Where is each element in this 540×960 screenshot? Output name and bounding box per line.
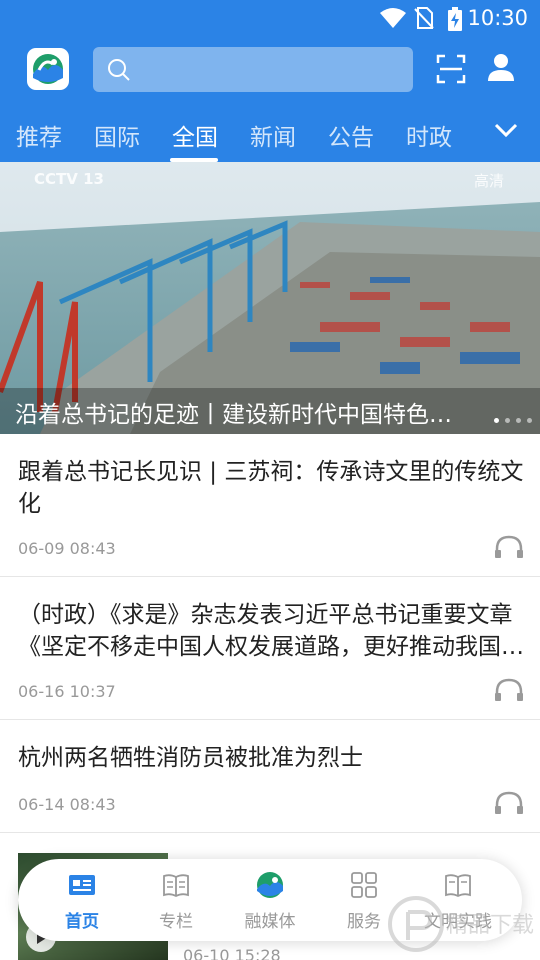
- news-title: 跟着总书记长见识 | 三苏祠：传承诗文里的传统文化: [18, 459, 524, 517]
- news-date: 06-10 15:28: [183, 946, 281, 960]
- news-title: （时政）《求是》杂志发表习近平总书记重要文章《坚定不移走中国人权发展道路，更好推…: [18, 602, 524, 660]
- more-tabs-button[interactable]: [470, 104, 540, 162]
- search-box[interactable]: [93, 47, 413, 92]
- banner-title: 沿着总书记的足迹丨建设新时代中国特色社会主义: [15, 402, 460, 428]
- news-date: 06-14 08:43: [18, 795, 116, 814]
- headphones-icon[interactable]: [494, 791, 524, 815]
- battery-charging-icon: [448, 7, 462, 31]
- news-item[interactable]: （时政）《求是》杂志发表习近平总书记重要文章《坚定不移走中国人权发展道路，更好推…: [0, 577, 540, 720]
- headphones-icon[interactable]: [494, 678, 524, 702]
- scan-icon[interactable]: [436, 54, 466, 84]
- watermark-text: 精品下载: [446, 913, 534, 938]
- app-logo-icon[interactable]: [27, 48, 69, 90]
- news-date: 06-16 10:37: [18, 682, 116, 701]
- news-item[interactable]: 跟着总书记长见识 | 三苏祠：传承诗文里的传统文化 06-09 08:43: [0, 434, 540, 577]
- news-date: 06-09 08:43: [18, 539, 116, 558]
- search-input[interactable]: [139, 55, 399, 84]
- tab-politics[interactable]: 时政: [406, 118, 452, 152]
- quality-badge: 高清: [473, 172, 504, 190]
- user-icon[interactable]: [486, 52, 516, 82]
- channel-logo: CCTV 13: [34, 170, 104, 188]
- tab-international[interactable]: 国际: [94, 118, 140, 152]
- nav-column[interactable]: 专栏: [128, 859, 224, 941]
- grid-icon: [351, 872, 377, 898]
- nav-label: 融媒体: [244, 912, 296, 932]
- carousel-indicator: [488, 408, 532, 427]
- watermark: 精品下载: [388, 896, 534, 952]
- carousel-dot[interactable]: [505, 418, 510, 423]
- column-book-icon: [163, 874, 189, 898]
- carousel-dot[interactable]: [516, 418, 521, 423]
- status-time: 10:30: [467, 6, 528, 30]
- chevron-down-icon: [494, 123, 518, 138]
- tab-announcements[interactable]: 公告: [328, 118, 374, 152]
- featured-banner[interactable]: CCTV 13 高清 沿着总书记的足迹丨建设新时代中国特色社会主义: [0, 162, 540, 434]
- tab-national[interactable]: 全国: [172, 118, 218, 152]
- home-news-icon: [69, 875, 95, 895]
- tab-recommend[interactable]: 推荐: [16, 118, 62, 152]
- status-bar: 10:30: [0, 0, 540, 36]
- nav-label: 专栏: [159, 912, 193, 932]
- media-logo-icon: [257, 872, 283, 898]
- tab-news[interactable]: 新闻: [250, 118, 296, 152]
- news-title: 杭州两名牺牲消防员被批准为烈士: [18, 745, 363, 771]
- search-icon: [108, 59, 130, 81]
- search-bar-row: [0, 36, 540, 104]
- news-item[interactable]: 杭州两名牺牲消防员被批准为烈士 06-14 08:43: [0, 720, 540, 833]
- nav-media[interactable]: 融媒体: [222, 859, 318, 941]
- banner-caption: 沿着总书记的足迹丨建设新时代中国特色社会主义: [0, 388, 540, 434]
- headphones-icon[interactable]: [494, 535, 524, 559]
- wifi-icon: [380, 8, 406, 28]
- no-sim-icon: [414, 7, 434, 29]
- nav-label: 首页: [65, 912, 99, 932]
- nav-home[interactable]: 首页: [34, 859, 130, 941]
- carousel-dot[interactable]: [494, 418, 499, 423]
- category-tabs: 推荐 国际 全国 新闻 公告 时政: [0, 104, 540, 162]
- carousel-dot[interactable]: [527, 418, 532, 423]
